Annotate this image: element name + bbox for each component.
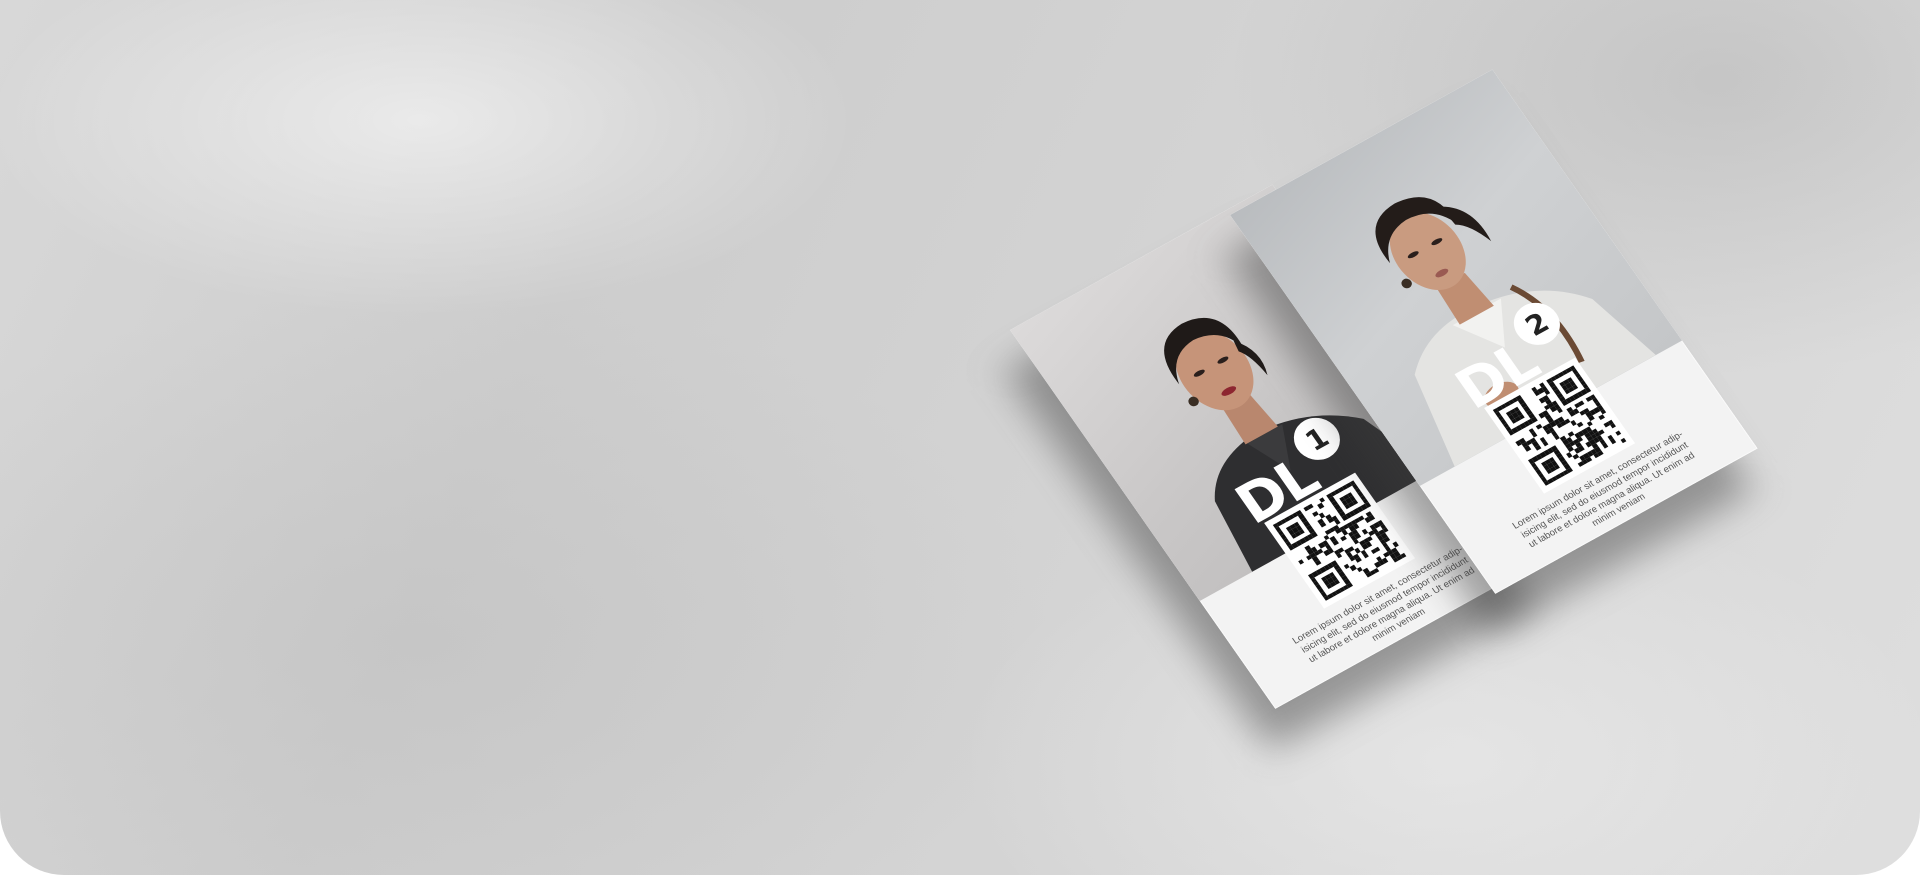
qr-module: [1619, 437, 1627, 444]
qr-module: [1399, 552, 1407, 559]
mockup-scene: DL 1 Lorem ipsum dolor sit amet, consect…: [0, 0, 1920, 875]
